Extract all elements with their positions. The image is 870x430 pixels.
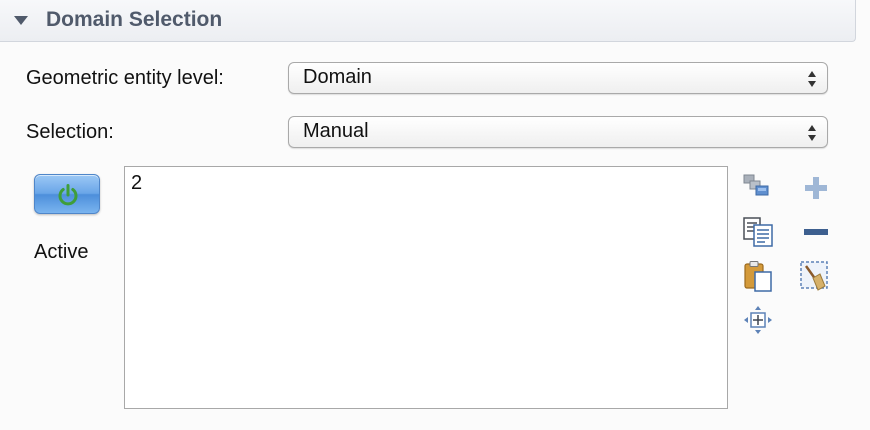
geometric-entity-level-value: Domain — [303, 66, 372, 88]
select-arrows-icon — [808, 125, 816, 141]
active-toggle-button[interactable] — [34, 174, 100, 214]
active-label: Active — [34, 241, 89, 263]
copy-selection-icon[interactable] — [742, 172, 774, 204]
remove-from-selection-icon[interactable] — [800, 216, 832, 248]
section-title: Domain Selection — [46, 8, 223, 31]
list-item[interactable]: 2 — [131, 172, 142, 195]
selection-value: Manual — [303, 120, 369, 142]
geometric-entity-level-label: Geometric entity level: — [26, 67, 224, 89]
power-icon — [58, 184, 78, 206]
clipboard-icon[interactable] — [742, 260, 774, 292]
collapse-triangle-icon[interactable] — [14, 16, 28, 25]
domain-selection-panel: Domain Selection Geometric entity level:… — [0, 0, 870, 430]
section-header[interactable]: Domain Selection — [0, 0, 856, 42]
selection-select[interactable]: Manual — [288, 116, 828, 148]
clear-selection-icon[interactable] — [798, 260, 830, 292]
selection-label: Selection: — [26, 121, 114, 143]
add-to-selection-icon[interactable] — [800, 172, 832, 204]
geometric-entity-level-select[interactable]: Domain — [288, 62, 828, 94]
paste-selection-icon[interactable] — [742, 216, 774, 248]
selection-list[interactable]: 2 — [124, 166, 728, 409]
zoom-to-selection-icon[interactable] — [742, 304, 774, 336]
select-arrows-icon — [808, 71, 816, 87]
